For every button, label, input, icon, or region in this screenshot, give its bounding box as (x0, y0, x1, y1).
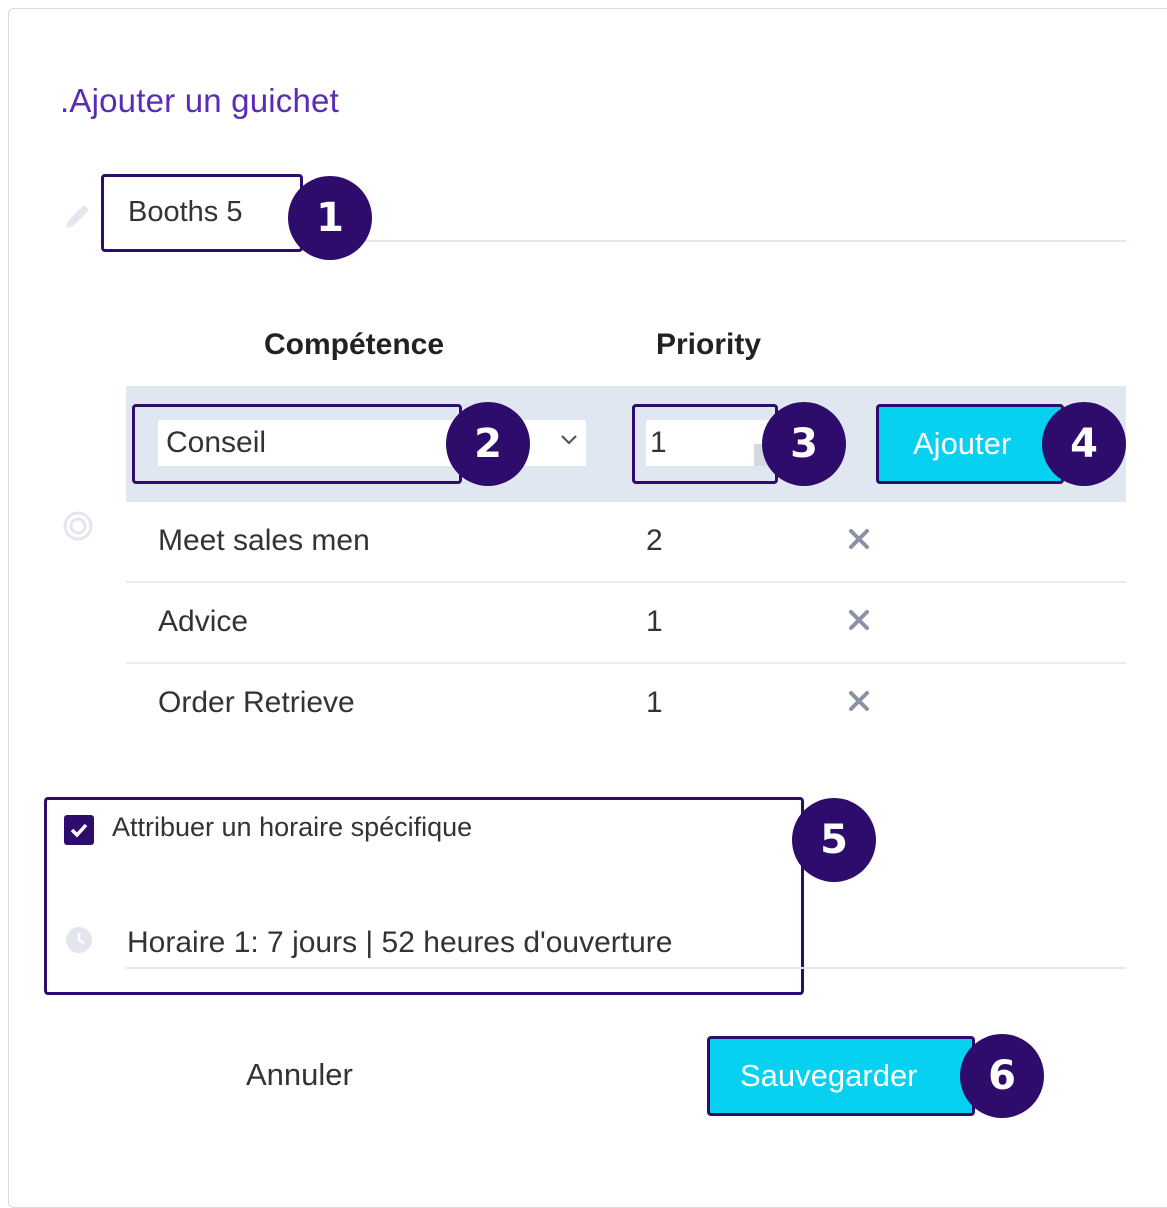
skill-name: Meet sales men (158, 524, 370, 557)
skill-priority: 2 (646, 524, 663, 557)
specific-schedule-label[interactable]: Attribuer un horaire spécifique (112, 812, 472, 843)
specific-schedule-checkbox[interactable] (64, 815, 94, 845)
skill-column-header: Compétence (264, 328, 445, 361)
close-icon[interactable] (846, 688, 872, 719)
booth-name-field[interactable] (101, 174, 303, 252)
close-icon[interactable] (846, 526, 872, 557)
priority-input-highlight (632, 404, 778, 484)
cancel-button[interactable]: Annuler (246, 1057, 353, 1093)
check-icon (70, 823, 88, 838)
skill-priority: 1 (646, 605, 663, 638)
pencil-icon (62, 200, 94, 237)
clock-icon (64, 925, 94, 960)
step-badge-5: 5 (792, 798, 876, 882)
skill-name: Advice (158, 605, 249, 638)
step-badge-1: 1 (288, 176, 372, 260)
step-badge-4: 4 (1042, 402, 1126, 486)
dialog-title: .Ajouter un guichet (60, 82, 339, 119)
schedule-underline (126, 967, 1126, 969)
step-badge-3: 3 (762, 402, 846, 486)
target-icon (62, 510, 94, 547)
skill-select-highlight (132, 404, 462, 484)
skill-row: Order Retrieve 1 (126, 664, 1126, 745)
step-badge-6: 6 (960, 1034, 1044, 1118)
step-badge-2: 2 (446, 402, 530, 486)
save-button[interactable]: Sauvegarder (707, 1036, 975, 1116)
schedule-summary[interactable]: Horaire 1: 7 jours | 52 heures d'ouvertu… (127, 926, 672, 960)
skill-row: Meet sales men 2 (126, 502, 1126, 583)
skill-row: Advice 1 (126, 583, 1126, 664)
add-skill-button[interactable]: Ajouter (876, 404, 1064, 484)
priority-column-header: Priority (656, 328, 762, 361)
skill-priority: 1 (646, 686, 663, 719)
booth-name-input[interactable] (126, 195, 300, 230)
chevron-down-icon[interactable] (558, 432, 580, 453)
close-icon[interactable] (846, 607, 872, 638)
skill-name: Order Retrieve (158, 686, 355, 719)
